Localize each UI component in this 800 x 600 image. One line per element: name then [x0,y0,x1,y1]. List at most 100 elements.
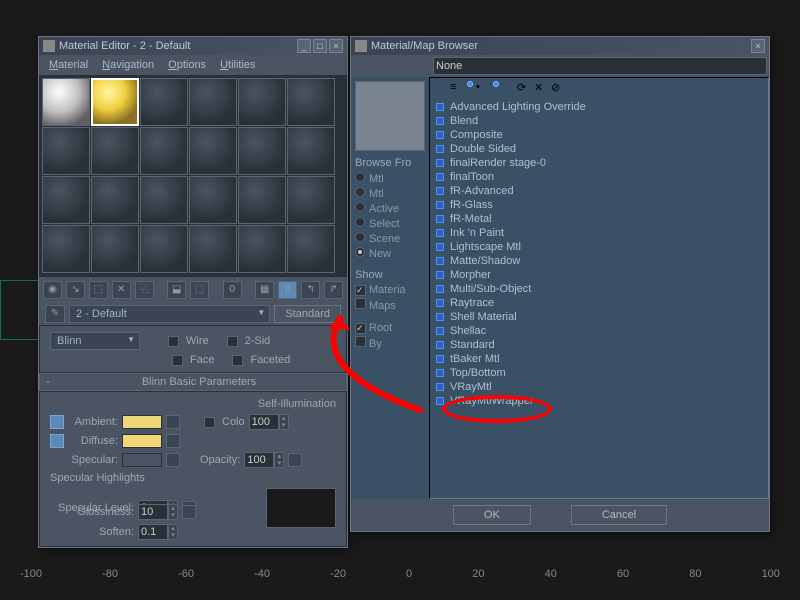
clear-icon[interactable]: ⊘ [551,81,565,95]
menu-options[interactable]: Options [162,57,212,73]
material-list-item[interactable]: Advanced Lighting Override [434,100,764,114]
radio-active[interactable]: Active [355,201,425,216]
material-list-item[interactable]: Shell Material [434,310,764,324]
get-material-icon[interactable]: ◉ [43,281,62,299]
material-slot[interactable] [238,225,286,273]
material-list-item[interactable]: Morpher [434,268,764,282]
check-root[interactable]: Root [355,321,425,335]
material-slot[interactable] [140,127,188,175]
material-list-item[interactable]: fR-Advanced [434,184,764,198]
colo-spinner[interactable]: ▴▾ [249,414,289,430]
minimize-button[interactable]: _ [297,39,311,53]
ambient-swatch[interactable] [122,415,162,429]
material-slot[interactable] [42,127,90,175]
faceted-checkbox[interactable] [232,355,243,366]
ambient-lock-icon[interactable] [50,415,64,429]
copy-icon[interactable]: ⿻ [135,281,154,299]
material-slot[interactable] [189,127,237,175]
gloss-spinner[interactable]: ▴▾ [138,504,178,520]
material-slot[interactable] [42,176,90,224]
assign-icon[interactable]: ⬚ [89,281,108,299]
material-slot[interactable] [91,225,139,273]
diffuse-map-button[interactable] [166,434,180,448]
material-slot[interactable] [42,78,90,126]
close-button[interactable]: × [751,39,765,53]
material-slot[interactable] [287,225,335,273]
ambient-map-button[interactable] [166,415,180,429]
material-slot[interactable] [42,225,90,273]
show-end-result-icon[interactable]: || [278,281,297,299]
check-by[interactable]: By [355,335,425,351]
material-slot[interactable] [91,127,139,175]
menu-utilities[interactable]: Utilities [214,57,261,73]
material-type-button[interactable]: Standard [274,305,341,323]
material-list-item[interactable]: Shellac [434,324,764,338]
radio-mtl-lib[interactable]: Mtl [355,171,425,186]
radio-select[interactable]: Select [355,216,425,231]
material-slot[interactable] [287,78,335,126]
two-sided-checkbox[interactable] [227,336,238,347]
material-slot[interactable] [189,225,237,273]
material-slot-selected[interactable] [91,78,139,126]
material-editor-titlebar[interactable]: Material Editor - 2 - Default _ □ × [39,37,347,55]
reset-icon[interactable]: ✕ [112,281,131,299]
material-id-icon[interactable]: 0 [223,281,242,299]
diffuse-lock-icon[interactable] [50,434,64,448]
opacity-spinner[interactable]: ▴▾ [244,452,284,468]
material-list-item[interactable]: Lightscape Mtl [434,240,764,254]
material-list-item[interactable]: Composite [434,128,764,142]
material-slot[interactable] [238,127,286,175]
ok-button[interactable]: OK [453,505,531,525]
material-slot[interactable] [238,78,286,126]
check-maps[interactable]: Maps [355,297,425,313]
material-slot[interactable] [189,78,237,126]
view-large-icon[interactable] [493,81,499,87]
update-icon[interactable]: ⟳ [517,81,531,95]
diffuse-swatch[interactable] [122,434,162,448]
put-library-icon[interactable]: ⬚ [190,281,209,299]
browser-titlebar[interactable]: Material/Map Browser × [351,37,769,55]
material-list-item[interactable]: fR-Glass [434,198,764,212]
go-parent-icon[interactable]: ↰ [301,281,320,299]
soften-spinner[interactable]: ▴▾ [138,524,178,540]
material-list-item[interactable]: VRayMtl [434,380,764,394]
material-slot[interactable] [140,78,188,126]
maximize-button[interactable]: □ [313,39,327,53]
gloss-map-button[interactable] [182,505,196,519]
specular-map-button[interactable] [166,453,180,467]
check-materials[interactable]: Materia [355,283,425,297]
material-list-item[interactable]: Matte/Shadow [434,254,764,268]
material-list-item[interactable]: Standard [434,338,764,352]
material-list-item[interactable]: Double Sided [434,142,764,156]
menu-navigation[interactable]: Navigation [96,57,160,73]
blinn-rollout-header[interactable]: - Blinn Basic Parameters [39,373,347,391]
wire-checkbox[interactable] [168,336,179,347]
material-list-item[interactable]: Top/Bottom [434,366,764,380]
opacity-map-button[interactable] [288,453,302,467]
material-list-item[interactable]: Ink 'n Paint [434,226,764,240]
material-list-item[interactable]: fR-Metal [434,212,764,226]
make-unique-icon[interactable]: ⬓ [167,281,186,299]
close-button[interactable]: × [329,39,343,53]
material-list-item[interactable]: VRayMtlWrapper [434,394,764,408]
material-list[interactable]: Advanced Lighting OverrideBlendComposite… [430,98,768,498]
search-input[interactable] [433,57,767,75]
pick-icon[interactable]: ✎ [45,305,65,323]
view-list-icon[interactable]: ≡ [450,81,464,95]
put-to-scene-icon[interactable]: ↘ [66,281,85,299]
material-list-item[interactable]: Blend [434,114,764,128]
cancel-button[interactable]: Cancel [571,505,667,525]
face-checkbox[interactable] [172,355,183,366]
show-map-icon[interactable]: ▦ [255,281,274,299]
material-slot[interactable] [238,176,286,224]
shader-dropdown[interactable]: Blinn [50,332,140,350]
material-list-item[interactable]: Multi/Sub-Object [434,282,764,296]
colo-checkbox[interactable] [204,417,215,428]
material-slot[interactable] [287,127,335,175]
material-list-item[interactable]: tBaker Mtl [434,352,764,366]
material-slot[interactable] [287,176,335,224]
go-forward-icon[interactable]: ↱ [324,281,343,299]
material-slot[interactable] [189,176,237,224]
material-list-item[interactable]: Raytrace [434,296,764,310]
view-small-icon[interactable] [467,81,473,87]
